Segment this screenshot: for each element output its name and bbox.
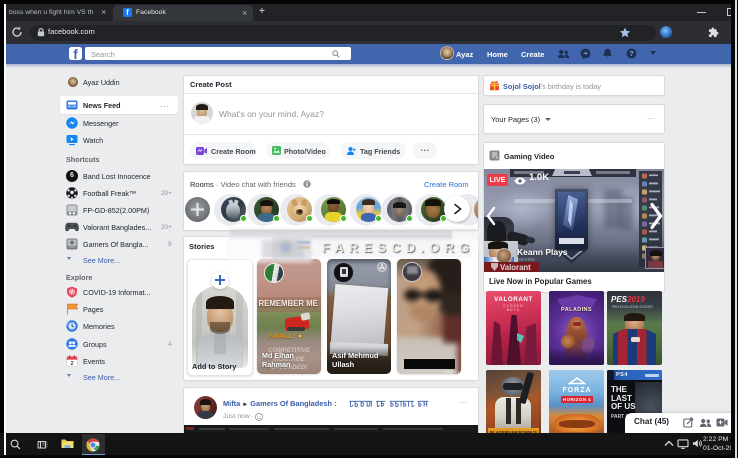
svg-text:2: 2 xyxy=(70,361,73,367)
svg-text:?: ? xyxy=(629,49,634,58)
